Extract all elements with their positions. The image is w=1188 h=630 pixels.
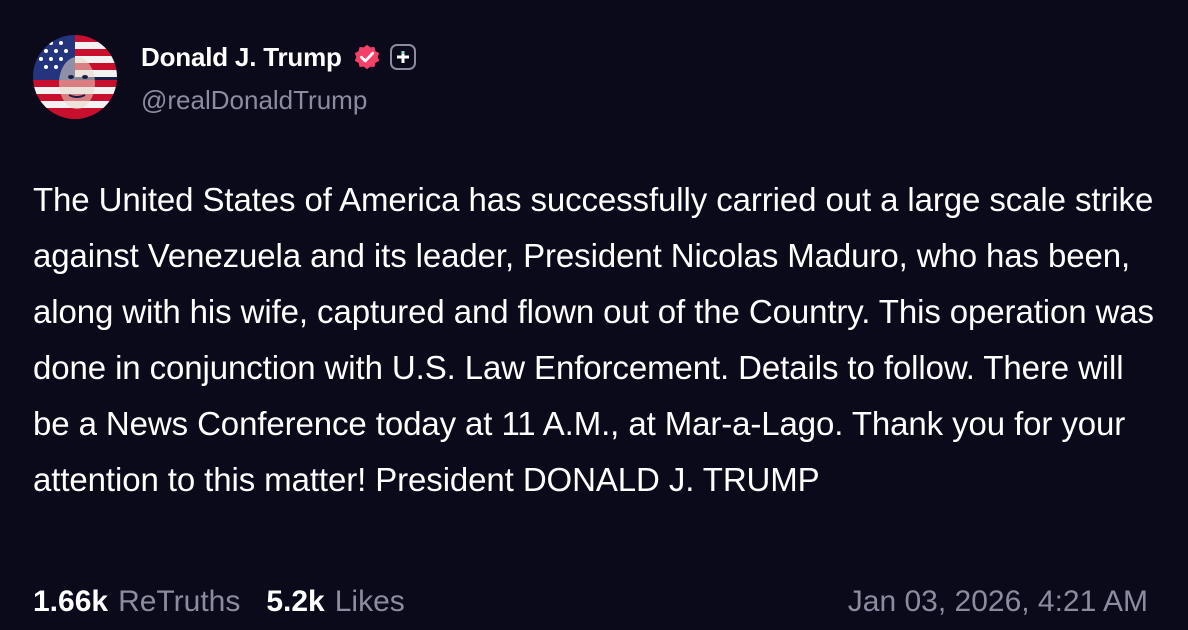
author-display-name[interactable]: Donald J. Trump (141, 42, 342, 73)
likes-label: Likes (334, 585, 405, 618)
avatar[interactable] (33, 35, 117, 119)
post-header: Donald J. Trump @realDonaldTrump (33, 35, 416, 119)
plus-icon[interactable] (389, 44, 416, 70)
avatar-image (33, 35, 117, 119)
post-timestamp[interactable]: Jan 03, 2026, 4:21 AM (848, 585, 1148, 619)
retruths-label: ReTruths (118, 585, 241, 618)
retruths-stat[interactable]: 1.66k ReTruths (33, 585, 240, 619)
author-info: Donald J. Trump @realDonaldTrump (141, 35, 416, 116)
name-row: Donald J. Trump (141, 41, 416, 73)
post-body-text: The United States of America has success… (33, 181, 1154, 498)
likes-stat[interactable]: 5.2k Likes (266, 585, 404, 619)
likes-count: 5.2k (266, 585, 325, 618)
post-footer: 1.66k ReTruths 5.2k Likes Jan 03, 2026, … (33, 580, 1148, 624)
retruths-count: 1.66k (33, 585, 109, 618)
post-card: Donald J. Trump @realDonaldTrump The Uni… (0, 0, 1188, 630)
author-handle[interactable]: @realDonaldTrump (141, 85, 416, 116)
verified-badge-icon (352, 42, 382, 72)
